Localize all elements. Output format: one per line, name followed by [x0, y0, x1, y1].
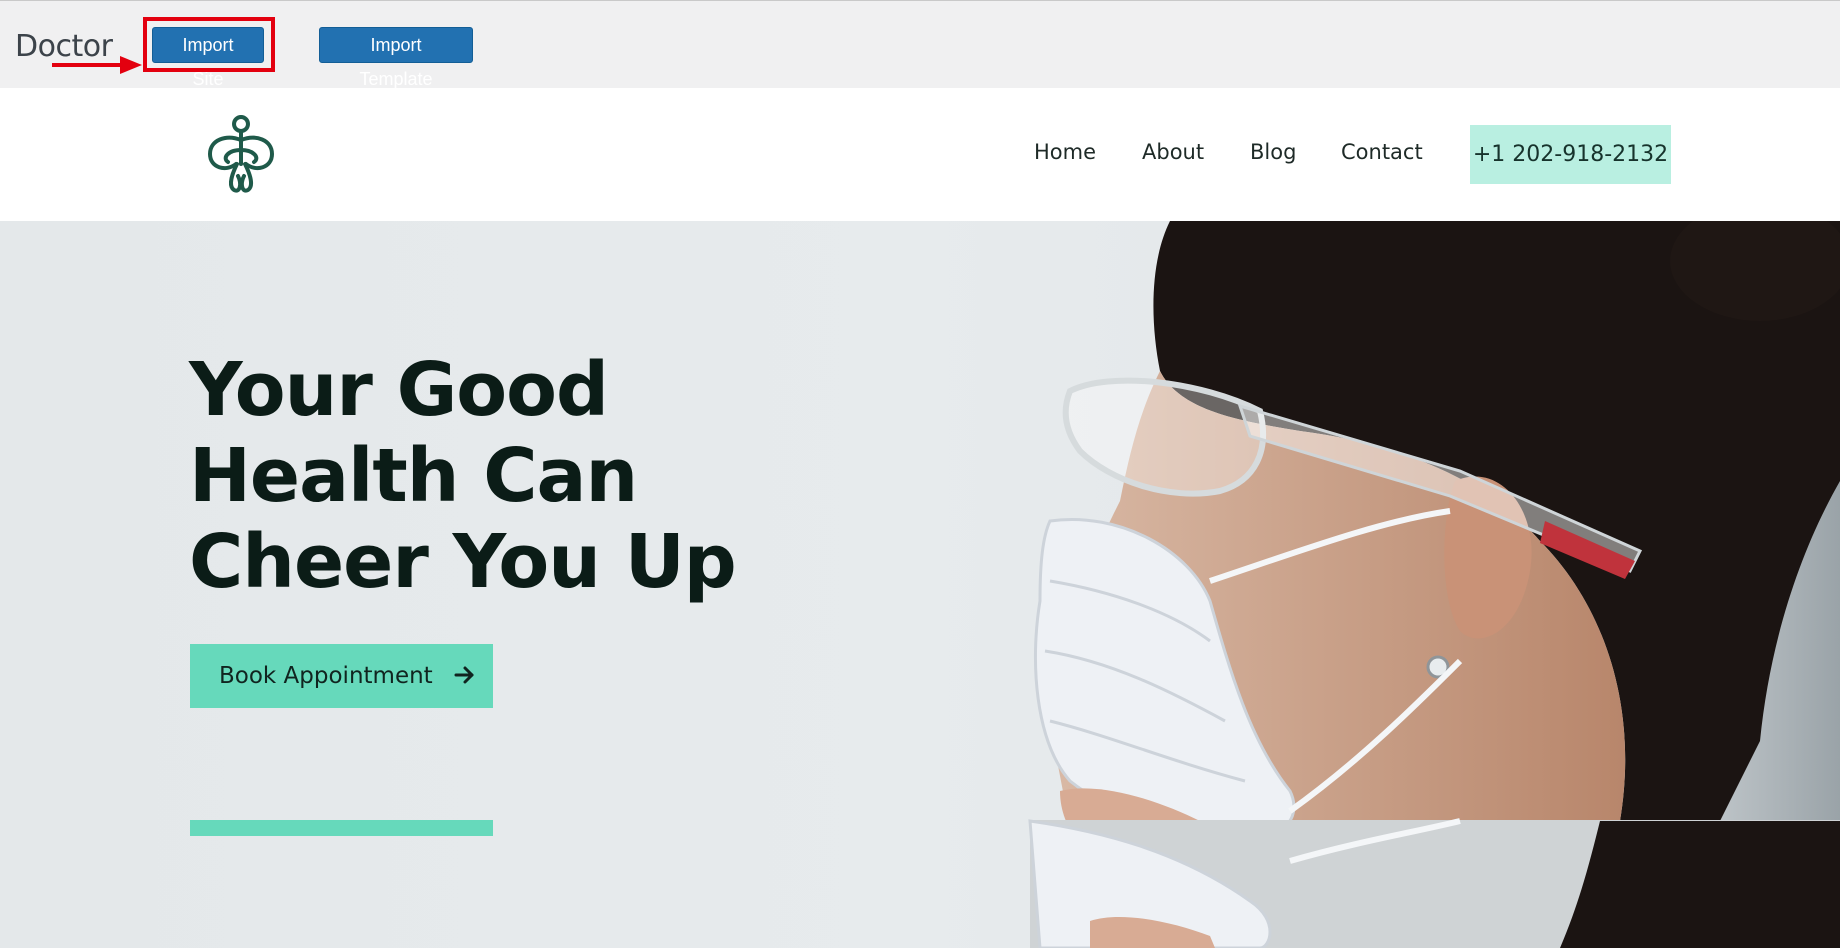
book-appointment-label: Book Appointment	[219, 663, 433, 689]
nav-about[interactable]: About	[1142, 140, 1204, 164]
nav-home[interactable]: Home	[1034, 140, 1096, 164]
arrow-right-icon	[454, 666, 474, 684]
hero-title-line: Cheer You Up	[189, 519, 737, 605]
phone-button[interactable]: +1 202-918-2132	[1470, 125, 1671, 184]
red-arrow-icon	[52, 56, 142, 74]
hero-section: Your Good Health Can Cheer You Up Book A…	[0, 221, 1840, 948]
accent-bar	[190, 820, 493, 836]
hero-title: Your Good Health Can Cheer You Up	[189, 347, 889, 605]
highlight-box	[143, 17, 275, 72]
hero-title-line: Health Can	[189, 433, 638, 519]
book-appointment-button[interactable]: Book Appointment	[190, 644, 493, 708]
nav-blog[interactable]: Blog	[1250, 140, 1296, 164]
import-template-button[interactable]: Import Template	[319, 27, 473, 89]
import-toolbar: Doctor Import Site Import Template	[0, 0, 1840, 89]
hero-title-line: Your Good	[189, 347, 609, 433]
nav-contact[interactable]: Contact	[1341, 140, 1423, 164]
wellness-figure-logo-icon[interactable]	[204, 114, 278, 194]
